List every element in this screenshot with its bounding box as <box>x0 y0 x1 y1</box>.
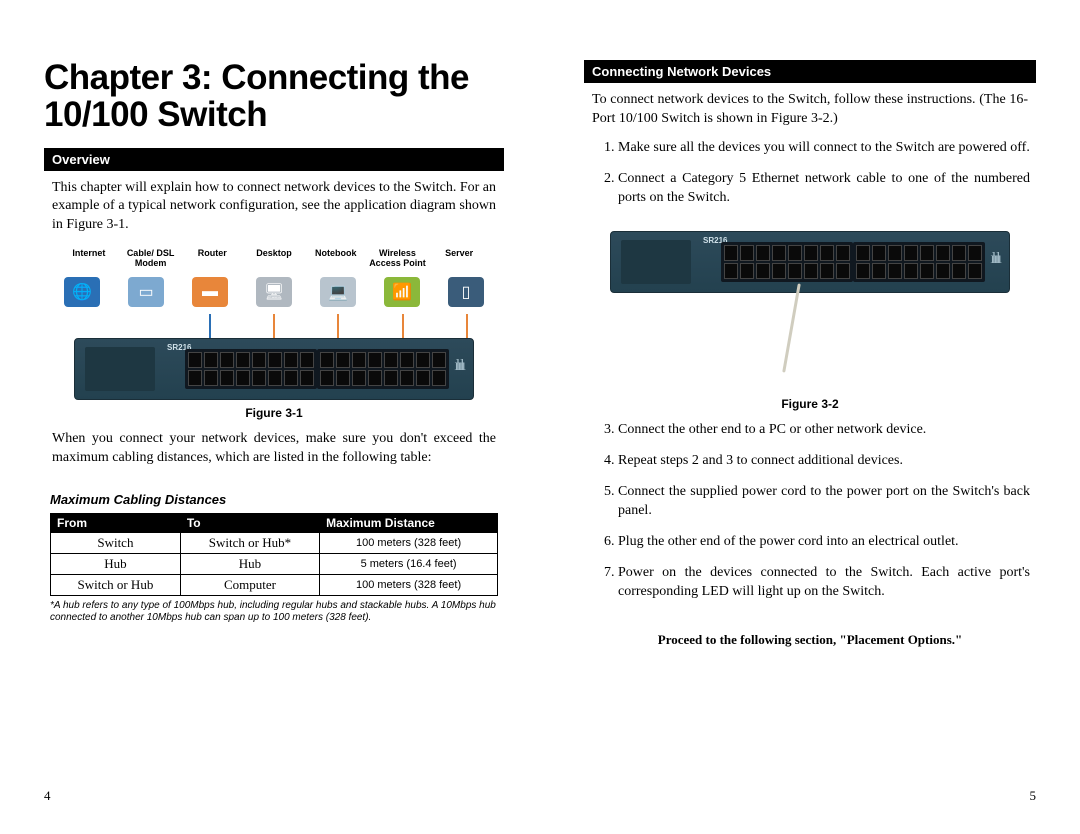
server-icon: ▯ <box>448 277 484 307</box>
page-number-right: 5 <box>1030 788 1037 804</box>
diagram-label: Notebook <box>305 249 367 268</box>
figure-3-2-caption: Figure 3-2 <box>584 397 1036 411</box>
internet-icon: 🌐 <box>64 277 100 307</box>
page-number-left: 4 <box>44 788 51 804</box>
chapter-title: Chapter 3: Connecting the 10/100 Switch <box>44 60 504 134</box>
right-page: Connecting Network Devices To connect ne… <box>584 60 1036 648</box>
diagram-label: Wireless Access Point <box>367 249 429 268</box>
cisco-wave-icon: ılıılı <box>990 250 999 268</box>
step-4: Repeat steps 2 and 3 to connect addition… <box>618 452 1036 471</box>
table-footnote: *A hub refers to any type of 100Mbps hub… <box>50 600 498 625</box>
step-5: Connect the supplied power cord to the p… <box>618 483 1036 521</box>
overview-paragraph: This chapter will explain how to connect… <box>44 179 504 236</box>
switch-device-fig1: SR216 <box>74 338 474 400</box>
table-header-from: From <box>51 513 181 532</box>
cisco-wave-icon: ılıılı <box>454 357 463 375</box>
table-header-to: To <box>180 513 319 532</box>
table-row: Switch or Hub Computer 100 meters (328 f… <box>51 574 498 595</box>
section-heading-overview: Overview <box>44 148 504 171</box>
switch-device-fig2: SR216 <box>610 231 1010 293</box>
cabling-intro-paragraph: When you connect your network devices, m… <box>44 430 504 468</box>
diagram-label: Internet <box>58 249 120 268</box>
wireless-ap-icon: 📶 <box>384 277 420 307</box>
section-heading-connecting: Connecting Network Devices <box>584 60 1036 83</box>
modem-icon: ▭ <box>128 277 164 307</box>
proceed-note: Proceed to the following section, "Place… <box>584 632 1036 648</box>
diagram-icon-row: 🌐 ▭ ▬ 🖥 💻 📶 ▯ <box>64 270 484 314</box>
figure-3-1-caption: Figure 3-1 <box>44 406 504 420</box>
table-row: Switch Switch or Hub* 100 meters (328 fe… <box>51 532 498 553</box>
steps-list-top: Make sure all the devices you will conne… <box>584 139 1036 220</box>
left-page: Chapter 3: Connecting the 10/100 Switch … <box>44 60 504 648</box>
table-title: Maximum Cabling Distances <box>50 492 504 507</box>
router-icon: ▬ <box>192 277 228 307</box>
table-row: Hub Hub 5 meters (16.4 feet) <box>51 553 498 574</box>
figure-3-2: SR216 <box>610 231 1010 391</box>
diagram-label: Desktop <box>243 249 305 268</box>
step-7: Power on the devices connected to the Sw… <box>618 564 1036 602</box>
step-3: Connect the other end to a PC or other n… <box>618 421 1036 440</box>
step-6: Plug the other end of the power cord int… <box>618 533 1036 552</box>
diagram-label: Router <box>181 249 243 268</box>
notebook-icon: 💻 <box>320 277 356 307</box>
ethernet-cable-icon <box>782 284 801 373</box>
diagram-label: Server <box>428 249 490 268</box>
step-2: Connect a Category 5 Ethernet network ca… <box>618 170 1036 208</box>
cabling-distance-table: From To Maximum Distance Switch Switch o… <box>50 513 498 596</box>
connecting-intro: To connect network devices to the Switch… <box>584 91 1036 129</box>
figure-3-1: Internet Cable/ DSL Modem Router Desktop… <box>44 245 504 400</box>
diagram-label-row: Internet Cable/ DSL Modem Router Desktop… <box>58 249 490 268</box>
steps-list-bottom: Connect the other end to a PC or other n… <box>584 421 1036 613</box>
step-1: Make sure all the devices you will conne… <box>618 139 1036 158</box>
table-header-max: Maximum Distance <box>320 513 498 532</box>
diagram-connectors <box>80 314 468 338</box>
diagram-label: Cable/ DSL Modem <box>120 249 182 268</box>
desktop-icon: 🖥 <box>256 277 292 307</box>
